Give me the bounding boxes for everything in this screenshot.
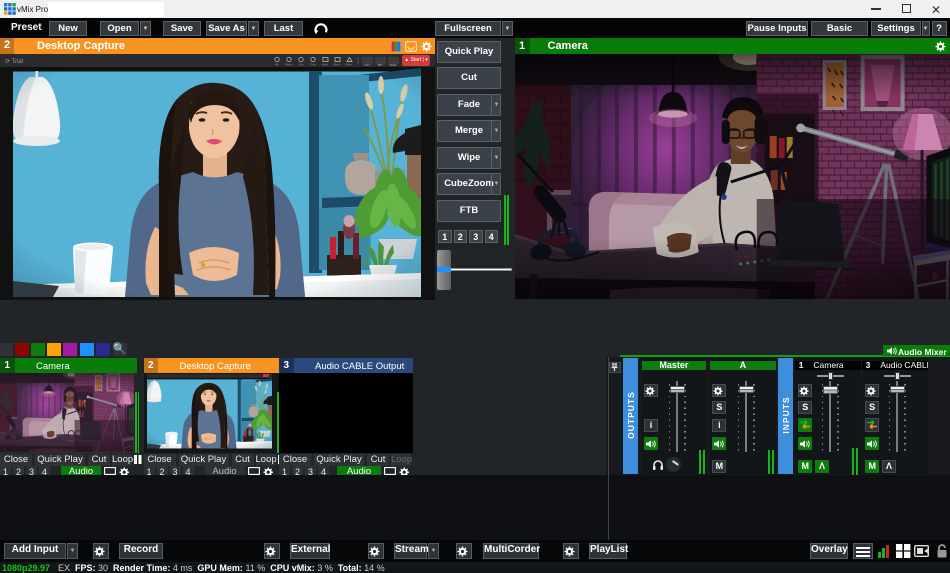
- svg-text:Regist: Regist: [285, 62, 293, 66]
- svg-text:Mic: Mic: [275, 62, 280, 66]
- svg-text:Blank: Blank: [334, 62, 341, 66]
- svg-text:Time: Time: [310, 62, 316, 66]
- svg-text:Cam: Cam: [364, 62, 369, 66]
- svg-text:Mic: Mic: [378, 62, 383, 66]
- svg-text:Mask: Mask: [322, 62, 329, 66]
- svg-text:Share: Share: [390, 62, 397, 66]
- svg-text:Effect: Effect: [346, 62, 353, 66]
- svg-text:Solo: Solo: [298, 62, 304, 66]
